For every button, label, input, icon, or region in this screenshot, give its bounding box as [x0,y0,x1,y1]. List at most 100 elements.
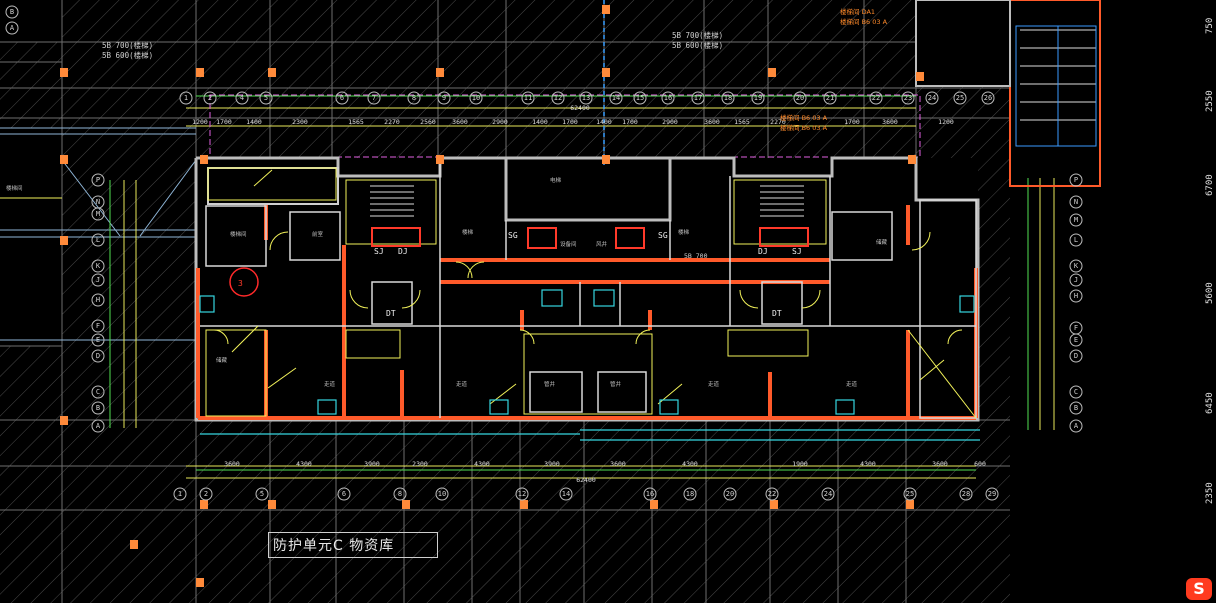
svg-text:SG: SG [658,231,668,240]
svg-text:1700: 1700 [216,118,232,126]
axis-right-label: P [1074,176,1078,184]
axis-right-label: D [1074,352,1078,360]
svg-text:2900: 2900 [492,118,508,126]
svg-text:1200: 1200 [192,118,208,126]
axis-right-label: C [1074,388,1078,396]
svg-text:设备间: 设备间 [560,240,577,248]
axis-left-label: E [96,336,100,344]
axis-left-label: C [96,388,100,396]
svg-text:4300: 4300 [682,460,698,468]
svg-text:DJ: DJ [758,247,768,256]
svg-text:2560: 2560 [420,118,436,126]
svg-text:5: 5 [260,490,264,498]
svg-text:12: 12 [518,490,526,498]
svg-text:楼梯间: 楼梯间 [230,230,247,238]
svg-text:10: 10 [438,490,446,498]
svg-text:22: 22 [768,490,776,498]
svg-text:走道: 走道 [324,380,336,388]
svg-text:8: 8 [398,490,402,498]
svg-text:22: 22 [872,94,880,102]
svg-text:3600: 3600 [224,460,240,468]
svg-text:2270: 2270 [384,118,400,126]
svg-text:17: 17 [694,94,702,102]
svg-text:18: 18 [686,490,694,498]
svg-text:楼梯间 B6 03 A: 楼梯间 B6 03 A [780,113,828,122]
svg-text:3900: 3900 [364,460,380,468]
svg-text:6450: 6450 [1205,392,1215,414]
svg-text:12: 12 [554,94,562,102]
svg-text:1400: 1400 [246,118,262,126]
svg-text:1565: 1565 [348,118,364,126]
svg-text:20: 20 [726,490,734,498]
svg-text:2: 2 [204,490,208,498]
svg-text:储藏: 储藏 [216,356,228,364]
svg-text:4300: 4300 [860,460,876,468]
svg-text:SJ: SJ [792,247,802,256]
axis-left-label: L [96,236,100,244]
svg-text:6700: 6700 [1205,174,1215,196]
svg-text:管井: 管井 [610,380,622,388]
axis-right-label: E [1074,336,1078,344]
svg-text:600: 600 [974,460,986,468]
svg-text:20: 20 [796,94,804,102]
svg-text:3600: 3600 [882,118,898,126]
svg-text:2: 2 [208,94,212,102]
svg-text:3600: 3600 [610,460,626,468]
svg-text:19: 19 [754,94,762,102]
svg-text:走道: 走道 [846,380,858,388]
svg-text:2550: 2550 [1205,90,1215,112]
axis-right-label: N [1074,198,1078,206]
axis-left-label: P [96,176,100,184]
svg-text:1700: 1700 [562,118,578,126]
axis-right-label: B [1074,404,1078,412]
svg-text:25: 25 [906,490,914,498]
axis-left-label: F [96,322,100,330]
svg-text:DT: DT [386,309,396,318]
axis-right-label: M [1074,216,1078,224]
svg-text:楼梯间: 楼梯间 [6,184,23,192]
svg-text:2900: 2900 [662,118,678,126]
axis-left-label: H [96,296,100,304]
svg-text:前室: 前室 [312,230,324,238]
svg-text:1400: 1400 [532,118,548,126]
svg-text:3: 3 [238,279,243,288]
svg-text:6: 6 [340,94,344,102]
svg-text:楼梯间 B6 03 A: 楼梯间 B6 03 A [840,17,888,26]
svg-text:28: 28 [962,490,970,498]
svg-text:2300: 2300 [412,460,428,468]
svg-text:23: 23 [904,94,912,102]
svg-text:4300: 4300 [474,460,490,468]
svg-text:10: 10 [472,94,480,102]
svg-text:走道: 走道 [708,380,720,388]
svg-text:楼梯间 B6 03 A: 楼梯间 B6 03 A [780,123,828,132]
note-left-1: 5B 700(楼梯) [102,40,153,50]
svg-text:11: 11 [524,94,532,102]
svg-text:走道: 走道 [456,380,468,388]
svg-text:7: 7 [372,94,376,102]
svg-text:SG: SG [508,231,518,240]
svg-text:26: 26 [984,94,992,102]
right-black-area [1010,0,1216,603]
svg-text:3600: 3600 [452,118,468,126]
svg-text:1400: 1400 [596,118,612,126]
svg-text:1200: 1200 [938,118,954,126]
svg-text:1700: 1700 [622,118,638,126]
svg-text:2350: 2350 [1205,482,1215,504]
protection-unit-label: 防护单元C 物资库 [268,532,438,558]
axis-left-label: N [96,198,100,206]
svg-text:3600: 3600 [704,118,720,126]
svg-text:楼梯: 楼梯 [462,228,474,236]
svg-text:1900: 1900 [792,460,808,468]
svg-text:15: 15 [636,94,644,102]
svg-text:电梯: 电梯 [550,176,562,184]
cad-drawing-canvas[interactable]: P N M L K J H F E D C B A P N M L K J H … [0,0,1216,603]
svg-text:14: 14 [612,94,620,102]
svg-text:1: 1 [178,490,182,498]
svg-text:DJ: DJ [398,247,408,256]
svg-text:24: 24 [824,490,832,498]
svg-text:2300: 2300 [292,118,308,126]
brand-logo-icon[interactable]: S [1186,578,1212,600]
total-top-dimension: 62400 [570,104,590,112]
svg-text:3600: 3600 [932,460,948,468]
svg-text:3900: 3900 [544,460,560,468]
